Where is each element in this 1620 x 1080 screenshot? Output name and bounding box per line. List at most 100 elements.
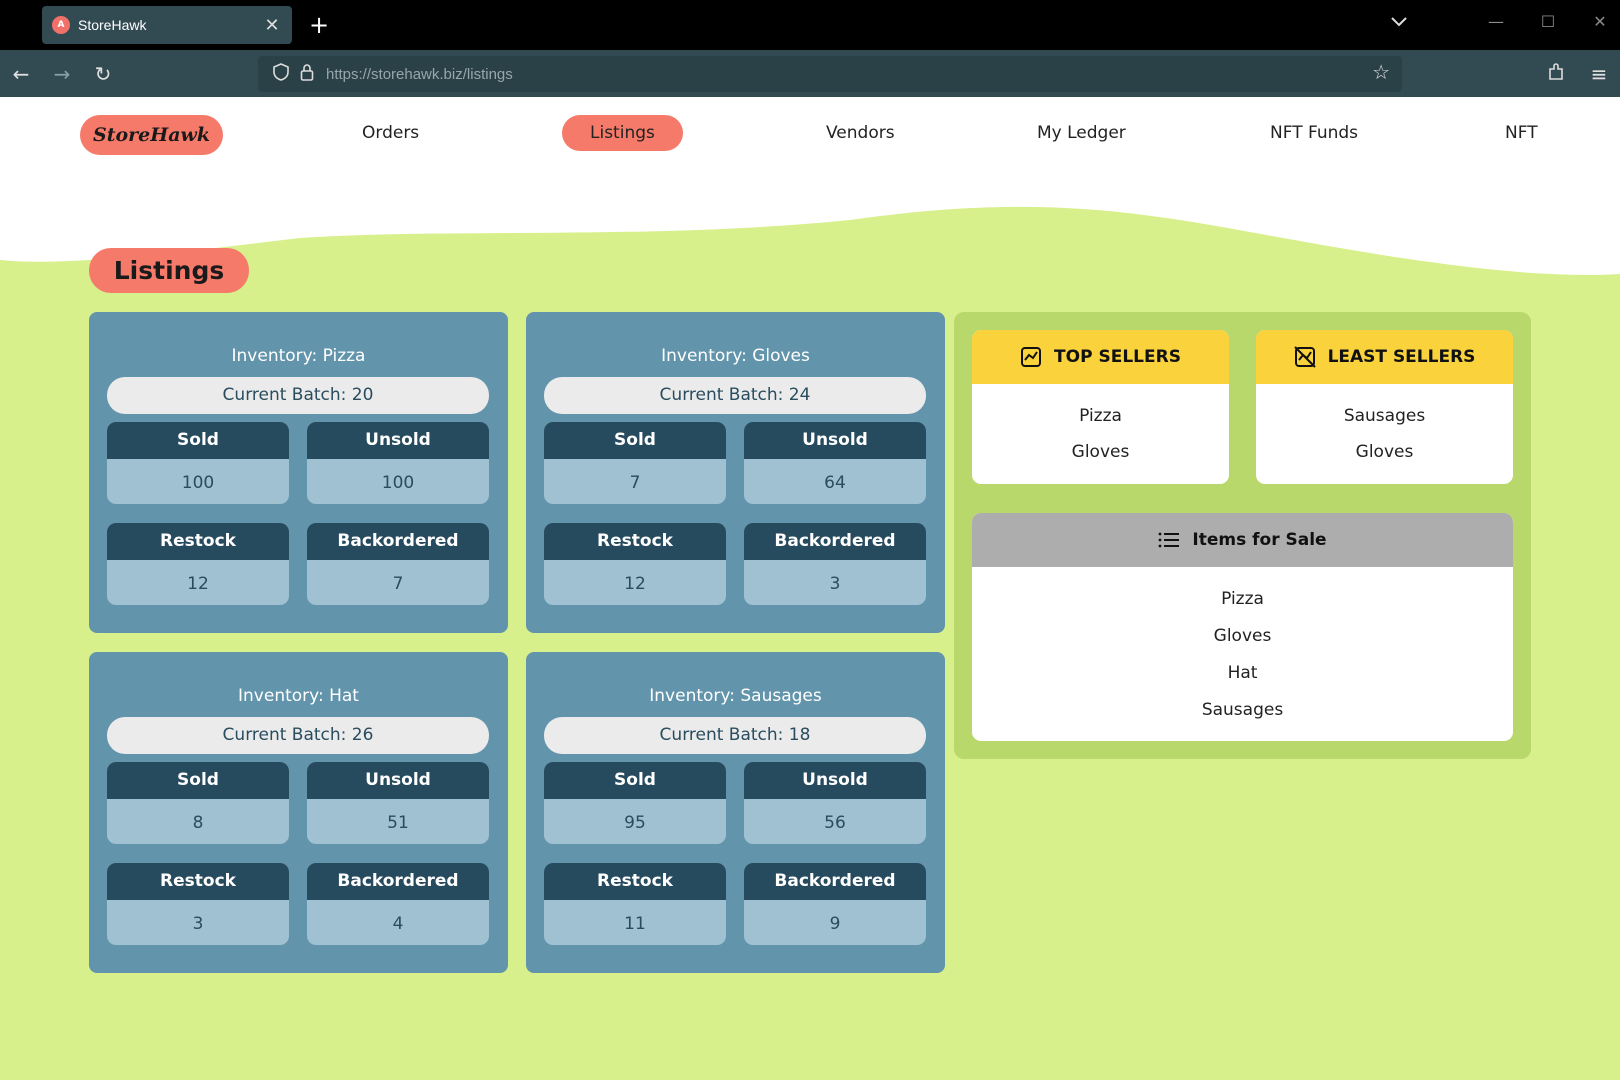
stat-value: 100 — [181, 473, 215, 493]
least-sellers-title: LEAST SELLERS — [1327, 347, 1476, 367]
url-text[interactable]: https://storehawk.biz/listings — [326, 66, 513, 83]
stat-label: Backordered — [744, 863, 926, 900]
stat-label: Backordered — [307, 863, 489, 900]
nav-orders[interactable]: Orders — [362, 115, 419, 151]
current-batch: Current Batch: 20 — [107, 377, 489, 414]
stat-value: 9 — [829, 914, 841, 934]
stat-value: 51 — [387, 813, 409, 833]
top-sellers-card: TOP SELLERS Pizza Gloves — [972, 330, 1229, 484]
current-batch: Current Batch: 18 — [544, 717, 926, 754]
stat-value: 95 — [624, 813, 646, 833]
items-for-sale-card: Items for Sale Pizza Gloves Hat Sausages — [972, 513, 1513, 741]
list-icon — [1159, 532, 1180, 548]
top-sellers-title: TOP SELLERS — [1054, 347, 1181, 367]
stat-label: Sold — [107, 762, 289, 799]
inventory-title: Inventory: Gloves — [661, 346, 810, 366]
top-sellers-header: TOP SELLERS — [972, 330, 1229, 384]
bookmark-star-icon[interactable]: ☆ — [1372, 60, 1390, 84]
inventory-title: Inventory: Hat — [238, 686, 359, 706]
tab-title: StoreHawk — [78, 17, 147, 33]
page-title: Listings — [89, 248, 249, 293]
forward-icon[interactable]: → — [47, 60, 77, 88]
address-bar[interactable]: https://storehawk.biz/listings ☆ — [258, 56, 1402, 92]
inventory-card-hat: Inventory: Hat Current Batch: 26 Sold 8 … — [89, 652, 508, 973]
list-item[interactable]: Sausages — [1256, 398, 1513, 434]
inventory-title: Inventory: Pizza — [231, 346, 366, 366]
sold-stat: Sold 95 — [544, 762, 726, 844]
reload-icon[interactable]: ↻ — [88, 60, 118, 88]
list-item[interactable]: Gloves — [1256, 434, 1513, 470]
stat-label: Backordered — [307, 523, 489, 560]
nav-nft-funds[interactable]: NFT Funds — [1270, 115, 1358, 151]
sold-stat: Sold 7 — [544, 422, 726, 504]
url-path: /listings — [462, 65, 513, 83]
new-tab-icon[interactable]: + — [306, 10, 332, 40]
stat-value: 4 — [392, 914, 404, 934]
tab-list-icon[interactable] — [1384, 12, 1414, 31]
stat-value: 3 — [829, 574, 841, 594]
backordered-stat: Backordered 9 — [744, 863, 926, 945]
list-item[interactable]: Pizza — [972, 398, 1229, 434]
back-icon[interactable]: ← — [6, 60, 36, 88]
least-sellers-card: LEAST SELLERS Sausages Gloves — [1256, 330, 1513, 484]
list-item[interactable]: Gloves — [972, 434, 1229, 470]
items-for-sale-header: Items for Sale — [972, 513, 1513, 567]
extensions-icon[interactable] — [1541, 60, 1571, 88]
unsold-stat: Unsold 64 — [744, 422, 926, 504]
items-for-sale-list: Pizza Gloves Hat Sausages — [972, 567, 1513, 729]
sold-stat: Sold 8 — [107, 762, 289, 844]
nav-vendors[interactable]: Vendors — [826, 115, 895, 151]
stat-label: Restock — [544, 523, 726, 560]
nav-my-ledger[interactable]: My Ledger — [1037, 115, 1126, 151]
sold-stat: Sold 100 — [107, 422, 289, 504]
backordered-stat: Backordered 7 — [307, 523, 489, 605]
restock-stat: Restock 11 — [544, 863, 726, 945]
inventory-card-pizza: Inventory: Pizza Current Batch: 20 Sold … — [89, 312, 508, 633]
minimize-icon[interactable]: — — [1481, 12, 1511, 31]
close-window-icon[interactable]: ✕ — [1585, 12, 1615, 31]
stat-value: 100 — [381, 473, 415, 493]
top-sellers-list: Pizza Gloves — [972, 384, 1229, 470]
backordered-stat: Backordered 3 — [744, 523, 926, 605]
current-batch: Current Batch: 26 — [107, 717, 489, 754]
unsold-stat: Unsold 100 — [307, 422, 489, 504]
browser-nav-bar: ← → ↻ https://storehawk.biz/listings ☆ ≡ — [0, 50, 1620, 97]
stat-value: 12 — [187, 574, 209, 594]
restock-stat: Restock 3 — [107, 863, 289, 945]
stat-value: 11 — [624, 914, 646, 934]
favicon-icon: A — [52, 16, 70, 34]
current-batch: Current Batch: 24 — [544, 377, 926, 414]
storehawk-logo[interactable]: StoreHawk — [80, 115, 223, 155]
close-tab-icon[interactable]: ✕ — [262, 15, 282, 36]
stat-label: Restock — [544, 863, 726, 900]
inventory-title: Inventory: Sausages — [649, 686, 822, 706]
backordered-stat: Backordered 4 — [307, 863, 489, 945]
list-item[interactable]: Gloves — [972, 618, 1513, 655]
nav-nft[interactable]: NFT — [1505, 115, 1538, 151]
list-item[interactable]: Sausages — [972, 692, 1513, 729]
shield-icon[interactable] — [268, 62, 294, 86]
browser-tab[interactable]: A StoreHawk ✕ — [42, 6, 292, 44]
url-host: https://storehawk.biz — [326, 65, 463, 83]
stat-label: Sold — [544, 422, 726, 459]
nav-listings[interactable]: Listings — [562, 115, 683, 151]
list-item[interactable]: Hat — [972, 655, 1513, 692]
stat-label: Backordered — [744, 523, 926, 560]
maximize-icon[interactable]: ☐ — [1533, 12, 1563, 31]
menu-icon[interactable]: ≡ — [1584, 60, 1614, 88]
stat-value: 7 — [392, 574, 404, 594]
chart-icon — [1021, 347, 1042, 367]
least-sellers-header: LEAST SELLERS — [1256, 330, 1513, 384]
lock-icon[interactable] — [294, 63, 320, 86]
inventory-card-sausages: Inventory: Sausages Current Batch: 18 So… — [526, 652, 945, 973]
browser-tab-bar: A StoreHawk ✕ + — ☐ ✕ — [0, 0, 1620, 50]
stat-value: 8 — [192, 813, 204, 833]
stat-label: Unsold — [307, 422, 489, 459]
stat-label: Restock — [107, 523, 289, 560]
least-sellers-list: Sausages Gloves — [1256, 384, 1513, 470]
stat-value: 12 — [624, 574, 646, 594]
restock-stat: Restock 12 — [107, 523, 289, 605]
stat-label: Unsold — [307, 762, 489, 799]
list-item[interactable]: Pizza — [972, 581, 1513, 618]
stat-value: 56 — [824, 813, 846, 833]
